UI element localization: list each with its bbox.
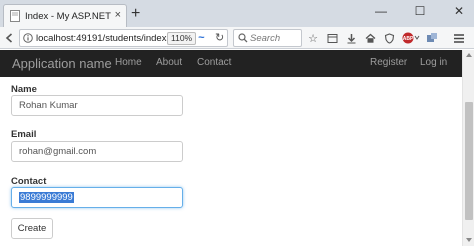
- tab-close-icon[interactable]: ×: [115, 9, 121, 21]
- scroll-down-icon[interactable]: [465, 237, 473, 243]
- contact-input[interactable]: 9899999999: [11, 187, 183, 208]
- browser-tab[interactable]: Index - My ASP.NET Applica ×: [3, 4, 127, 27]
- login-link[interactable]: Log in: [420, 57, 447, 68]
- register-link[interactable]: Register: [370, 57, 407, 68]
- search-placeholder: Search: [250, 33, 281, 44]
- browser-toolbar: localhost:49191/students/index 110% ~ ↻ …: [0, 27, 474, 49]
- url-text: localhost:49191/students/index: [36, 33, 167, 44]
- address-bar[interactable]: localhost:49191/students/index 110% ~ ↻: [19, 29, 228, 47]
- name-input[interactable]: Rohan Kumar: [11, 95, 183, 116]
- page-favicon-icon: [9, 10, 21, 22]
- nav-link-contact[interactable]: Contact: [197, 57, 231, 68]
- page-scrollbar[interactable]: [462, 50, 474, 246]
- scrollbar-thumb[interactable]: [465, 102, 473, 220]
- close-window-button[interactable]: ✕: [444, 0, 474, 22]
- search-icon: [238, 33, 248, 43]
- zoom-indicator[interactable]: 110%: [167, 32, 197, 45]
- adblock-icon[interactable]: ABP: [401, 30, 421, 46]
- menu-icon[interactable]: [451, 30, 467, 46]
- create-button[interactable]: Create: [11, 218, 53, 239]
- home-icon[interactable]: [362, 30, 378, 46]
- reading-list-icon[interactable]: [324, 30, 340, 46]
- extension-icon[interactable]: [424, 30, 440, 46]
- bookmark-star-icon[interactable]: ☆: [305, 30, 321, 46]
- app-brand-link[interactable]: Application name: [12, 56, 112, 71]
- download-icon[interactable]: [343, 30, 359, 46]
- reload-icon[interactable]: ↻: [215, 32, 224, 45]
- shield-icon[interactable]: [381, 30, 397, 46]
- tab-title: Index - My ASP.NET Applica: [25, 10, 113, 22]
- nav-link-about[interactable]: About: [156, 57, 182, 68]
- contact-label: Contact: [11, 176, 47, 187]
- scroll-up-icon[interactable]: [465, 52, 473, 58]
- app-navbar: Application name Home About Contact Regi…: [0, 50, 462, 77]
- site-info-icon[interactable]: [23, 33, 33, 43]
- contact-input-selected-text: 9899999999: [19, 192, 74, 203]
- maximize-button[interactable]: ☐: [405, 0, 435, 22]
- search-box[interactable]: Search: [233, 29, 302, 47]
- tab-strip: Index - My ASP.NET Applica × + — ☐ ✕: [0, 0, 474, 27]
- student-form: Name Rohan Kumar Email rohan@gmail.com C…: [0, 77, 462, 246]
- back-button[interactable]: [2, 30, 18, 46]
- name-label: Name: [11, 84, 37, 95]
- email-input[interactable]: rohan@gmail.com: [11, 141, 183, 162]
- network-activity-icon: ~: [198, 32, 205, 44]
- email-label: Email: [11, 129, 37, 140]
- new-tab-button[interactable]: +: [131, 6, 140, 22]
- back-arrow-icon: [5, 33, 13, 43]
- nav-link-home[interactable]: Home: [115, 57, 142, 68]
- svg-text:ABP: ABP: [403, 36, 414, 42]
- minimize-button[interactable]: —: [366, 0, 396, 22]
